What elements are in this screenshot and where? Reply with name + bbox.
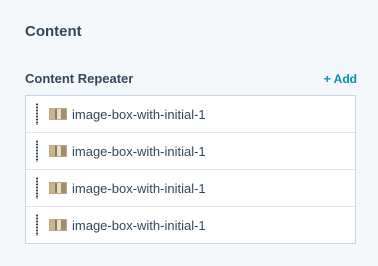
list-item[interactable]: image-box-with-initial-1 [26,169,355,206]
section-title: Content [25,23,82,40]
repeater-list: image-box-with-initial-1 image-box-with-… [25,95,356,244]
list-item-label: image-box-with-initial-1 [72,180,206,196]
list-item[interactable]: image-box-with-initial-1 [26,132,355,169]
list-item-label: image-box-with-initial-1 [72,217,206,233]
image-thumbnail-icon [49,182,67,194]
repeater-label: Content Repeater [25,71,134,86]
list-item-label: image-box-with-initial-1 [72,143,206,159]
image-thumbnail-icon [49,219,67,231]
content-panel: Content Content Repeater + Add image-box… [0,0,378,266]
add-item-button[interactable]: + Add [324,72,357,86]
drag-handle-icon[interactable] [35,140,39,162]
list-item-label: image-box-with-initial-1 [72,106,206,122]
repeater-header: Content Repeater + Add [25,71,357,86]
image-thumbnail-icon [49,108,67,120]
list-item[interactable]: image-box-with-initial-1 [26,206,355,243]
drag-handle-icon[interactable] [35,214,39,236]
list-item[interactable]: image-box-with-initial-1 [26,96,355,132]
drag-handle-icon[interactable] [35,103,39,125]
drag-handle-icon[interactable] [35,177,39,199]
image-thumbnail-icon [49,145,67,157]
